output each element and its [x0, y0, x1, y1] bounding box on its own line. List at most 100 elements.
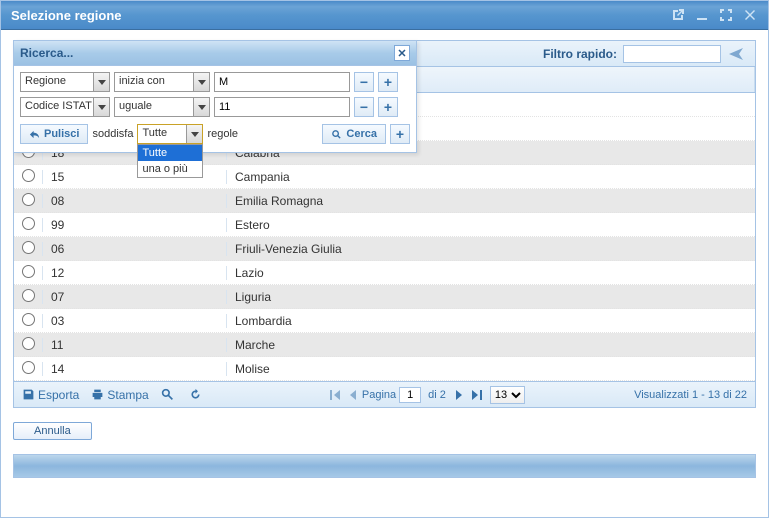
- row-radio[interactable]: [22, 217, 35, 230]
- cell-name: Lazio: [226, 266, 755, 280]
- cell-id: 03: [42, 314, 226, 328]
- cell-name: Liguria: [226, 290, 755, 304]
- pager-page-label: Pagina: [362, 389, 396, 401]
- rules-suffix: regole: [207, 128, 238, 140]
- cell-name: Molise: [226, 362, 755, 376]
- criteria-row: Codice ISTAT uguale − +: [20, 97, 410, 117]
- open-external-icon[interactable]: [670, 7, 686, 23]
- table-row[interactable]: 99Estero: [14, 213, 755, 237]
- table-row[interactable]: 14Molise: [14, 357, 755, 381]
- cell-name: Estero: [226, 218, 755, 232]
- reset-button[interactable]: Pulisci: [20, 124, 88, 144]
- operator-select[interactable]: uguale: [114, 97, 210, 117]
- minimize-icon[interactable]: [694, 7, 710, 23]
- cell-id: 12: [42, 266, 226, 280]
- cell-id: 14: [42, 362, 226, 376]
- match-dropdown: Tutte una o più: [137, 144, 203, 178]
- pager-last-icon[interactable]: [471, 389, 483, 401]
- table-row[interactable]: 15Campania: [14, 165, 755, 189]
- search-bottom-row: Pulisci soddisfa Tutte Tutte una o più r…: [20, 122, 410, 146]
- cell-id: 11: [42, 338, 226, 352]
- row-radio[interactable]: [22, 241, 35, 254]
- close-icon[interactable]: [742, 7, 758, 23]
- bottom-band: [13, 454, 756, 478]
- operator-select[interactable]: inizia con: [114, 72, 210, 92]
- quick-filter-label: Filtro rapido:: [543, 47, 617, 61]
- row-radio[interactable]: [22, 337, 35, 350]
- table-row[interactable]: 08Emilia Romagna: [14, 189, 755, 213]
- refresh-button[interactable]: [189, 388, 205, 401]
- add-group-button[interactable]: +: [390, 124, 410, 144]
- chevron-down-icon[interactable]: [93, 98, 109, 116]
- magnifier-icon: [161, 388, 174, 401]
- cell-name: Friuli-Venezia Giulia: [226, 242, 755, 256]
- add-criteria-button[interactable]: +: [378, 72, 398, 92]
- remove-criteria-button[interactable]: −: [354, 97, 374, 117]
- save-icon: [22, 388, 35, 401]
- row-radio[interactable]: [22, 361, 35, 374]
- field-select[interactable]: Codice ISTAT: [20, 97, 110, 117]
- pager-prev-icon[interactable]: [347, 389, 359, 401]
- cell-name: Campania: [226, 170, 755, 184]
- pager-pagesize-select[interactable]: 13: [490, 386, 525, 404]
- row-radio[interactable]: [22, 265, 35, 278]
- footer-actions: Annulla: [13, 422, 756, 440]
- cell-id: 08: [42, 194, 226, 208]
- pager-next-icon[interactable]: [453, 389, 465, 401]
- search-panel-title: Ricerca...: [20, 46, 394, 60]
- export-button[interactable]: Esporta: [22, 388, 79, 402]
- pager-page-input[interactable]: [399, 387, 421, 403]
- pager-first-icon[interactable]: [329, 389, 341, 401]
- search-go-button[interactable]: Cerca: [322, 124, 386, 144]
- chevron-down-icon[interactable]: [186, 125, 202, 143]
- field-select[interactable]: Regione: [20, 72, 110, 92]
- dialog-window: Selezione regione Filtro rapido: Regione…: [0, 0, 769, 518]
- magnifier-icon: [331, 129, 342, 140]
- cell-name: Marche: [226, 338, 755, 352]
- refresh-icon: [189, 388, 202, 401]
- criteria-row: Regione inizia con − +: [20, 72, 410, 92]
- print-button[interactable]: Stampa: [91, 388, 148, 402]
- remove-criteria-button[interactable]: −: [354, 72, 374, 92]
- cell-name: Emilia Romagna: [226, 194, 755, 208]
- row-radio[interactable]: [22, 313, 35, 326]
- cell-id: 07: [42, 290, 226, 304]
- dialog-title: Selezione regione: [11, 8, 662, 23]
- table-row[interactable]: 03Lombardia: [14, 309, 755, 333]
- criteria-value-input[interactable]: [214, 97, 350, 117]
- dialog-header: Selezione regione: [1, 1, 768, 30]
- chevron-down-icon[interactable]: [193, 98, 209, 116]
- dialog-body: Filtro rapido: Regione ▲▼ xx xxxxxxxx 17…: [1, 30, 768, 488]
- add-criteria-button[interactable]: +: [378, 97, 398, 117]
- match-option[interactable]: Tutte: [138, 145, 202, 161]
- table-row[interactable]: 12Lazio: [14, 261, 755, 285]
- match-prefix: soddisfa: [92, 128, 133, 140]
- printer-icon: [91, 388, 104, 401]
- row-radio[interactable]: [22, 193, 35, 206]
- cancel-button[interactable]: Annulla: [13, 422, 92, 440]
- table-row[interactable]: 07Liguria: [14, 285, 755, 309]
- search-panel-header[interactable]: Ricerca... ✕: [14, 41, 416, 66]
- row-radio[interactable]: [22, 169, 35, 182]
- chevron-down-icon[interactable]: [93, 73, 109, 91]
- undo-icon: [29, 129, 40, 140]
- criteria-value-input[interactable]: [214, 72, 350, 92]
- display-info: Visualizzati 1 - 13 di 22: [634, 389, 747, 401]
- table-row[interactable]: 11Marche: [14, 333, 755, 357]
- quick-filter-go-icon[interactable]: [727, 44, 747, 64]
- maximize-icon[interactable]: [718, 7, 734, 23]
- chevron-down-icon[interactable]: [193, 73, 209, 91]
- cell-name: Lombardia: [226, 314, 755, 328]
- quick-filter-input[interactable]: [623, 45, 721, 63]
- match-option[interactable]: una o più: [138, 161, 202, 177]
- pager: Pagina di 2 13: [326, 386, 525, 404]
- cell-id: 99: [42, 218, 226, 232]
- search-close-button[interactable]: ✕: [394, 45, 410, 61]
- match-select[interactable]: Tutte Tutte una o più: [137, 124, 203, 144]
- search-panel: Ricerca... ✕ Regione inizia con − + Codi…: [13, 40, 417, 153]
- search-icon[interactable]: [161, 388, 177, 401]
- row-radio[interactable]: [22, 289, 35, 302]
- table-row[interactable]: 06Friuli-Venezia Giulia: [14, 237, 755, 261]
- cell-id: 06: [42, 242, 226, 256]
- grid-toolbar: Esporta Stampa Pagina d: [14, 381, 755, 407]
